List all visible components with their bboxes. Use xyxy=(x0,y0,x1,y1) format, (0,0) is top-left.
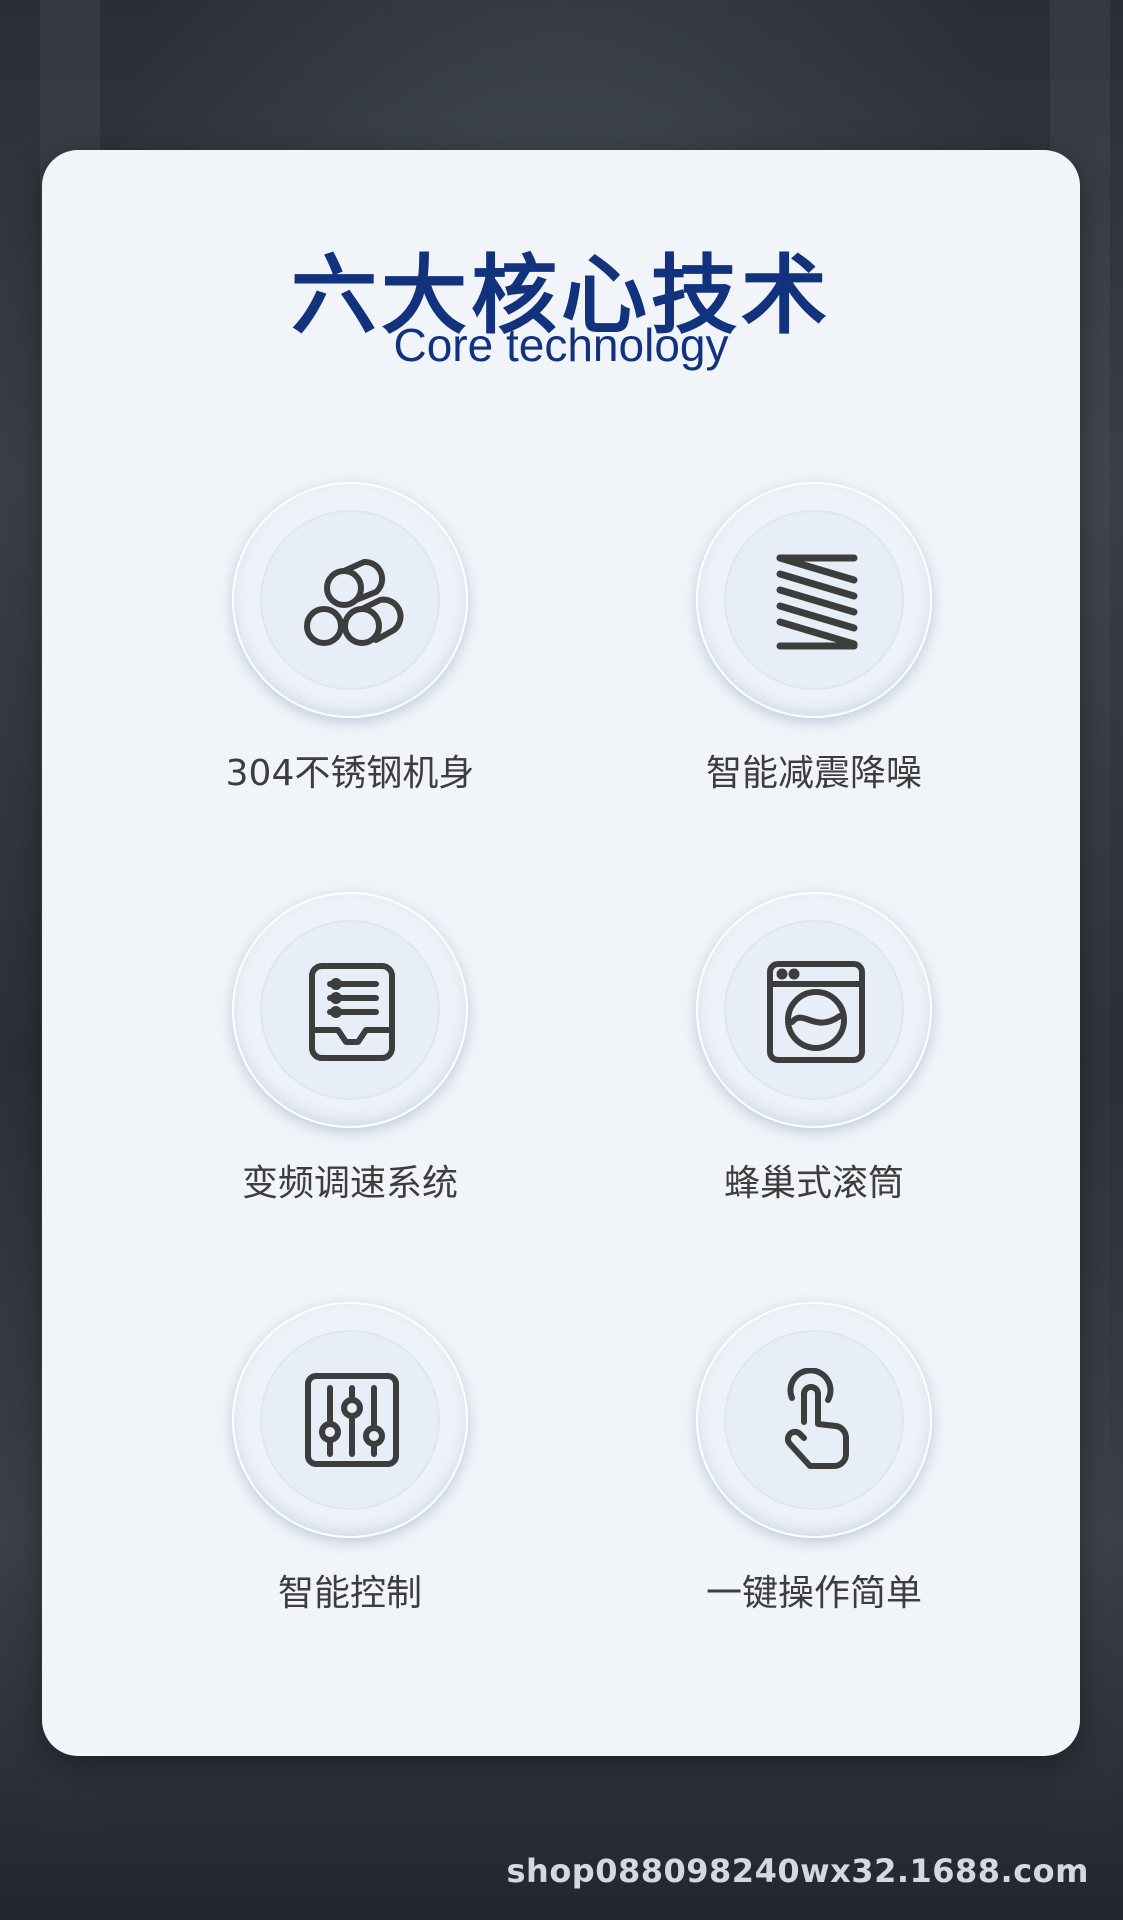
feature-card: 六大核心技术 Core technology 304不锈钢机身 智能减震降噪 变… xyxy=(42,150,1080,1756)
touch-hand-icon xyxy=(784,1368,849,1469)
feature-item-stainless-body: 304不锈钢机身 xyxy=(160,482,540,812)
feature-label: 一键操作简单 xyxy=(705,1573,922,1614)
feature-item-one-touch: 一键操作简单 xyxy=(624,1302,1004,1632)
feature-label: 蜂巢式滚筒 xyxy=(723,1163,904,1204)
washing-machine-icon xyxy=(767,961,865,1063)
icon-circle xyxy=(232,1302,468,1538)
feature-label: 智能控制 xyxy=(277,1573,422,1614)
feature-item-noise-reduction: 智能减震降噪 xyxy=(624,482,1004,812)
feature-label: 智能减震降噪 xyxy=(705,753,922,794)
icon-circle xyxy=(696,482,932,718)
feature-item-variable-frequency: 变频调速系统 xyxy=(160,892,540,1222)
spring-icon xyxy=(776,554,858,650)
icon-circle xyxy=(696,892,932,1128)
shop-watermark: shop088098240wx32.1688.com xyxy=(506,1852,1089,1890)
feature-label: 304不锈钢机身 xyxy=(225,753,475,794)
icon-circle xyxy=(232,892,468,1128)
steel-pipes-icon xyxy=(304,558,404,646)
sliders-icon xyxy=(305,1373,399,1467)
feature-item-smart-control: 智能控制 xyxy=(160,1302,540,1632)
control-panel-icon xyxy=(309,963,395,1061)
feature-item-honeycomb-drum: 蜂巢式滚筒 xyxy=(624,892,1004,1222)
feature-label: 变频调速系统 xyxy=(241,1163,458,1204)
icon-circle xyxy=(696,1302,932,1538)
icon-circle xyxy=(232,482,468,718)
page-subtitle: Core technology xyxy=(393,319,729,371)
